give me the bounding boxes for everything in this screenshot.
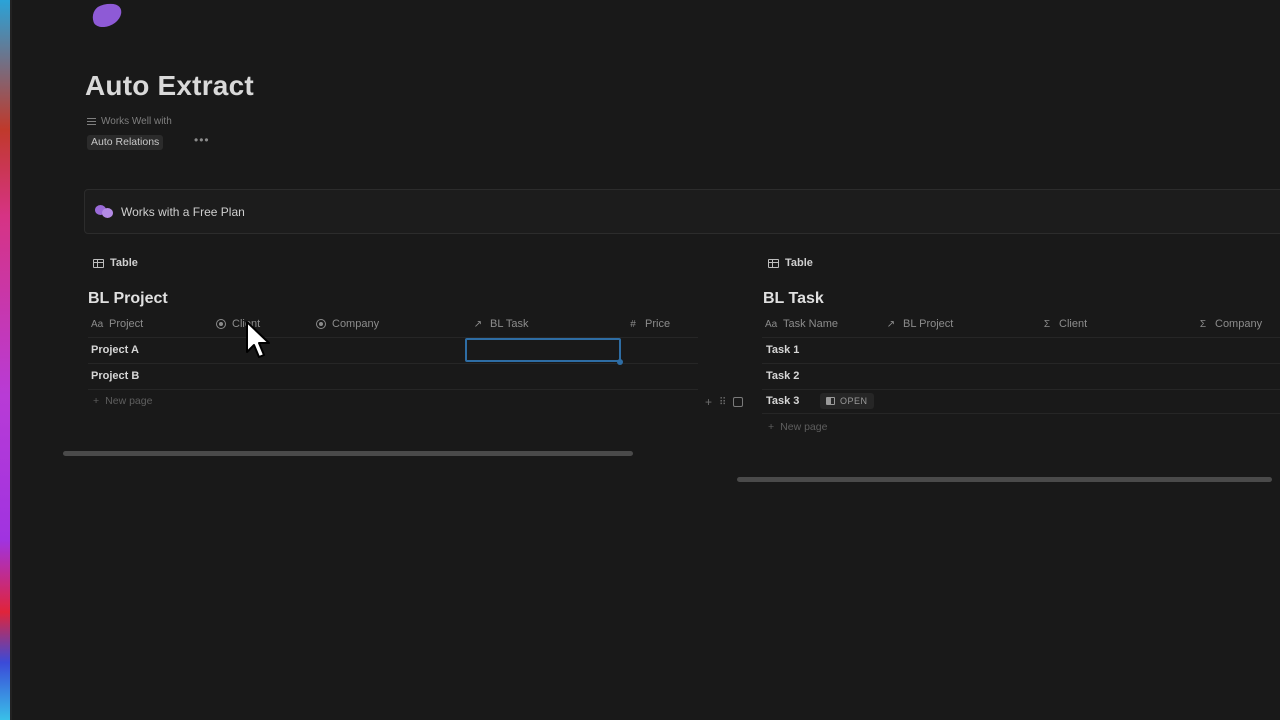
drag-handle-icon[interactable]: ⠿ [719, 397, 726, 408]
open-label: OPEN [840, 396, 868, 406]
divider [762, 413, 1280, 414]
callout-text: Works with a Free Plan [121, 204, 245, 219]
row-select-checkbox[interactable] [733, 397, 744, 407]
column-header-company[interactable]: Σ Company [1197, 318, 1262, 330]
divider [88, 389, 698, 390]
column-header-project[interactable]: Aa Project [91, 318, 143, 330]
divider [88, 363, 698, 364]
column-label: Task Name [783, 318, 839, 330]
speech-bubbles-icon [95, 204, 113, 219]
right-db-title[interactable]: BL Task [763, 290, 824, 308]
property-tag-auto-relations[interactable]: Auto Relations [87, 135, 164, 150]
side-peek-icon [826, 397, 835, 405]
column-label: Client [1059, 318, 1088, 330]
desktop-edge-strip [0, 0, 12, 720]
divider [762, 363, 1280, 364]
table-row-project-a[interactable]: Project A [91, 344, 139, 356]
table-row-project-b[interactable]: Project B [91, 370, 139, 382]
rollup-sigma-icon: Σ [1199, 318, 1207, 330]
add-row-icon[interactable]: + [705, 395, 712, 409]
list-icon [87, 118, 96, 125]
divider [762, 337, 1280, 338]
right-horizontal-scrollbar[interactable] [737, 477, 1272, 482]
column-label: Company [332, 318, 380, 330]
page-title[interactable]: Auto Extract [85, 70, 254, 102]
new-page-label: New page [105, 395, 153, 407]
right-view-tab-table[interactable]: Table [768, 257, 813, 269]
divider [762, 389, 1280, 390]
plus-icon: + [768, 421, 775, 433]
view-tab-label: Table [785, 257, 813, 269]
column-label: Company [1215, 318, 1263, 330]
row-hover-controls: + ⠿ [705, 395, 744, 409]
column-label: Project [109, 318, 144, 330]
status-property-icon [216, 319, 226, 329]
text-property-icon: Aa [765, 318, 778, 330]
new-page-label: New page [780, 421, 828, 433]
column-header-company[interactable]: Company [316, 318, 379, 330]
mouse-cursor-icon [246, 321, 270, 358]
table-icon [93, 258, 104, 268]
column-header-bl-project[interactable]: ↗ BL Project [885, 318, 954, 330]
callout-block[interactable]: Works with a Free Plan [84, 189, 1280, 234]
column-header-price[interactable]: # Price [627, 318, 670, 330]
table-row-task-1[interactable]: Task 1 [766, 344, 799, 356]
column-label: BL Project [903, 318, 954, 330]
rollup-sigma-icon: Σ [1043, 318, 1051, 330]
text-property-icon: Aa [91, 318, 104, 330]
property-label: Works Well with [101, 116, 172, 127]
selected-cell-bl-task[interactable] [465, 338, 621, 362]
cell-resize-handle[interactable] [617, 359, 623, 365]
left-new-page-button[interactable]: + New page [93, 395, 152, 407]
left-db-title[interactable]: BL Project [88, 290, 168, 308]
relation-arrow-icon: ↗ [886, 318, 896, 330]
column-header-client[interactable]: Σ Client [1041, 318, 1087, 330]
status-property-icon [316, 319, 326, 329]
left-horizontal-scrollbar[interactable] [63, 451, 633, 456]
property-works-well-with[interactable]: Works Well with [87, 116, 172, 127]
column-header-task-name[interactable]: Aa Task Name [765, 318, 838, 330]
page-emoji-icon[interactable] [89, 0, 125, 31]
table-row-task-3[interactable]: Task 3 [766, 395, 799, 407]
table-row-task-2[interactable]: Task 2 [766, 370, 799, 382]
column-label: Price [645, 318, 671, 330]
column-header-bl-task[interactable]: ↗ BL Task [472, 318, 529, 330]
column-label: BL Task [490, 318, 529, 330]
table-icon [768, 258, 779, 268]
relation-arrow-icon: ↗ [473, 318, 483, 330]
plus-icon: + [93, 395, 100, 407]
more-options-icon[interactable]: ••• [194, 133, 210, 147]
right-new-page-button[interactable]: + New page [768, 421, 827, 433]
number-property-icon: # [630, 318, 636, 330]
open-page-button[interactable]: OPEN [820, 393, 874, 409]
left-view-tab-table[interactable]: Table [93, 257, 138, 269]
view-tab-label: Table [110, 257, 138, 269]
